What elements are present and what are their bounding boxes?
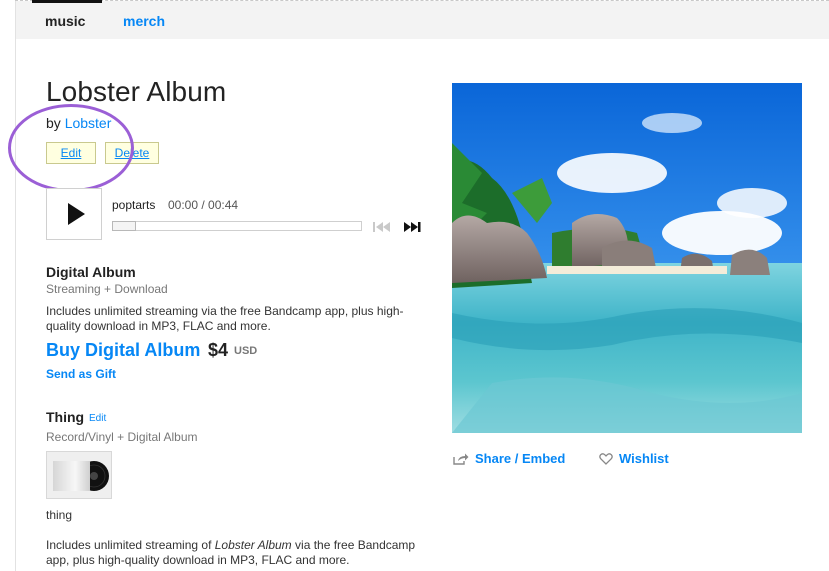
vinyl-record-image — [47, 452, 111, 498]
track-progress-bar[interactable] — [112, 221, 362, 231]
wishlist-button[interactable]: Wishlist — [599, 451, 669, 466]
merch-description: Includes unlimited streaming of Lobster … — [46, 538, 421, 568]
merch-description-album: Lobster Album — [214, 538, 292, 552]
album-cover-art[interactable] — [452, 83, 802, 433]
album-title: Lobster Album — [46, 76, 227, 107]
nav-music-tab[interactable]: music — [45, 13, 85, 29]
artist-link[interactable]: Lobster — [65, 115, 112, 131]
byline-prefix: by — [46, 115, 61, 131]
beach-landscape-image — [452, 83, 802, 433]
prev-track-button[interactable] — [372, 220, 392, 232]
album-price: $4 — [208, 340, 229, 360]
buy-digital-album-link[interactable]: Buy Digital Album — [46, 340, 200, 361]
top-nav: music merch — [16, 1, 829, 39]
wishlist-label: Wishlist — [619, 451, 669, 466]
merch-thumbnail[interactable] — [46, 451, 112, 499]
page-left-border — [15, 0, 16, 571]
heart-icon — [599, 452, 613, 465]
delete-album-button[interactable]: Delete — [105, 142, 159, 164]
track-title: poptarts — [112, 198, 156, 212]
progress-handle[interactable] — [112, 221, 136, 231]
share-embed-label: Share / Embed — [475, 451, 566, 466]
play-button[interactable] — [46, 188, 102, 240]
price-currency: USD — [234, 345, 258, 357]
send-as-gift-link[interactable]: Send as Gift — [46, 367, 116, 381]
digital-album-heading: Digital Album — [46, 264, 136, 280]
digital-album-subtitle: Streaming + Download — [46, 282, 168, 296]
nav-merch-tab[interactable]: merch — [123, 13, 165, 29]
digital-album-description: Includes unlimited streaming via the fre… — [46, 304, 404, 333]
edit-merch-link[interactable]: Edit — [89, 413, 106, 424]
track-time: 00:00 / 00:44 — [168, 198, 239, 212]
edit-album-button[interactable]: Edit — [46, 142, 96, 164]
next-track-icon — [404, 222, 421, 232]
share-icon — [453, 453, 469, 465]
play-icon — [67, 203, 85, 225]
merch-description-before: Includes unlimited streaming of — [46, 538, 215, 552]
merch-item-heading: Thing — [46, 409, 85, 425]
merch-caption: thing — [46, 508, 73, 522]
byline: by Lobster — [46, 115, 111, 131]
active-tab-indicator — [32, 0, 102, 3]
next-track-button[interactable] — [402, 220, 422, 232]
share-embed-button[interactable]: Share / Embed — [453, 451, 565, 466]
prev-track-icon — [373, 222, 390, 232]
merch-item-subtitle: Record/Vinyl + Digital Album — [46, 430, 198, 444]
